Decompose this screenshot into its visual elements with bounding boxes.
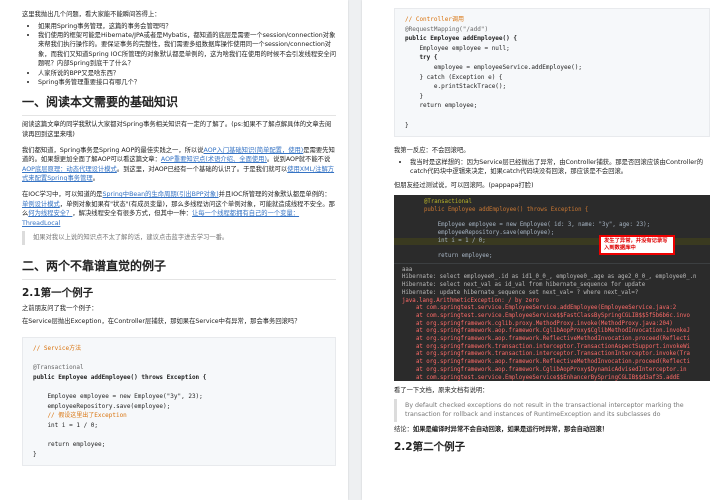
code-line: e.printStackTrace(); [405,83,507,91]
link-aop-basics[interactable]: AOP入门基础知识(简单配置，使用) [204,147,304,154]
code-line: employee = employeeService.addEmployee()… [405,63,583,71]
subsection-heading: 2.1第一个例子 [22,286,94,299]
doc-quote: By default checked exceptions do not res… [394,398,710,422]
console-line: aaa [402,266,413,273]
left-page: 这里我抛出几个问题，看大家能不能瞬间答得上： 如果用Spring事务管理，这篇的… [0,0,348,500]
annotation-note: 发生了异常，并没有记录写入到数据库中 [599,235,675,256]
divider [22,278,336,280]
code-block-controller: // Controller调用 @RequestMapping("/add") pu… [394,8,710,138]
section-heading-1: 一、阅读本文需要的基础知识 [22,95,179,110]
paragraph-5: 在Service层抛出Exception，在Controller层捕获，那如果在… [22,318,301,326]
code-line: employeeRepository.save(employee); [33,402,171,410]
text-span: ，解决线程安全有很多方式，但其中一种： [72,210,193,218]
text-span: 。到这里，对AOP已经有一个基础的认识了。于是我们就可以 [116,165,288,173]
code-block-service: // Service方法 @Transactional public Employ… [22,336,336,467]
console-line: java.lang.ArithmeticException: / by zero [402,297,539,304]
text-span: 。 [92,175,99,183]
code-line: try { [405,54,438,62]
text-span: 我们都知道，Spring事务是Spring AOP的最佳实践之一，所以说 [22,146,204,154]
stacktrace-line[interactable]: at com.springtest.service.EmployeeServic… [394,313,710,321]
ide-console: aaa Hibernate: select employee0_.id as id… [394,262,710,382]
stacktrace-line[interactable]: at org.springframework.aop.framework.Ref… [394,359,710,367]
subsection-heading-2: 2.2第二个例子 [394,441,466,454]
link-aop-knowledge[interactable]: AOP重要知识点(术语介绍、全面使用) [161,156,267,163]
code-line: return employee; [33,440,106,448]
stacktrace-line[interactable]: at org.springframework.aop.framework.Cgl… [394,367,710,375]
section-heading-2: 二、两个不靠谱直觉的例子 [22,258,167,273]
stacktrace-line[interactable]: at com.springtest.service.EmployeeServic… [394,305,710,313]
code-line: public Employee addEmployee() throws Exc… [33,373,207,381]
stacktrace-line[interactable]: at org.springframework.transaction.inter… [394,344,710,352]
editor-line: Employee employee = new Employee( id: 3,… [424,222,650,229]
paragraph-2: 我们都知道，Spring事务是Spring AOP的最佳实践之一，所以说AOP入… [22,146,336,184]
right-page: // Controller调用 @RequestMapping("/add") pu… [362,0,720,500]
test-text: 但朋友经过测试说，可以回滚阿。(pappapa打脸) [394,181,534,189]
conclusion: 结论：如果是编译时异常不会自动回滚，如果是运行时异常，那会自动回滚！ [394,425,710,435]
question-item: Spring事务管理重要接口有哪几个？ [38,78,336,87]
text-span: 。说到AOP就不能不说 [266,156,331,164]
code-line: Employee employee = null; [405,44,510,52]
paragraph-3: 在IOC学习中，可以知道的是Spring中Bean的生命周期(引出BPP对象)并… [22,190,336,228]
console-line: Hibernate: select employee0_.id as id1_0… [402,274,697,281]
link-singleton[interactable]: 单例设计模式 [22,201,60,208]
question-item: 人家所说的BPP又是啥东西？ [38,69,336,78]
code-line: // 假设这里出了Exception [33,412,127,420]
code-line: Employee employee = new Employee("3y", 2… [33,392,203,400]
question-list: 如果用Spring事务管理，这篇的事务会管理吗？ 我们使用的框架可能是Hiber… [22,22,336,88]
stacktrace-line[interactable]: at org.springframework.cglib.proxy.Metho… [394,321,710,329]
console-line: Hibernate: select next_val as id_val fro… [402,282,646,289]
stacktrace-line[interactable]: at org.springframework.transaction.inter… [394,351,710,359]
conclusion-label: 结论： [394,425,413,433]
list-item: 我当时是这样想的：因为Service层已经抛出了异常，由Controller捕获… [410,158,710,177]
question-item: 如果用Spring事务管理，这篇的事务会管理吗？ [38,22,336,31]
code-line: int i = 1 / 0; [33,421,99,429]
code-line: @Transactional [33,364,84,372]
code-line: // Service方法 [33,344,82,352]
editor-line: @Transactional [424,199,472,206]
conclusion-text: 如果是编译时异常不会自动回滚，如果是运行时异常，那会自动回滚！ [412,425,609,433]
text-span: 在IOC学习中，可以知道的是 [22,191,103,198]
link-aop-proxy[interactable]: AOP底层原理：动态代理设计模式 [22,166,117,173]
paragraph-1: 阅读这篇文章的同学我默认大家都对Spring事务相关知识有一定的了解了。(ps:… [22,121,332,139]
text-span: 并且IOC所管理的对象默认都是单例的： [218,191,331,198]
code-line: @RequestMapping("/add") [405,25,489,33]
code-line: } [405,92,424,100]
divider [22,115,336,117]
stacktrace-line[interactable]: at org.springframework.aop.framework.Cgl… [394,328,710,336]
stacktrace-line[interactable]: at org.springframework.aop.framework.Ref… [394,336,710,344]
code-line: // Controller调用 [405,16,464,23]
blockquote: 如果对我以上说的知识点不太了解的话，建议点击蓝字进去学习一番。 [22,231,336,245]
link-bean-lifecycle[interactable]: Spring中Bean的生命周期(引出BPP对象) [102,191,218,198]
doc-text: 看了一下文档，原来文档有说明： [394,387,489,395]
paragraph-4: 之前朋友问了我一个例子： [22,304,98,312]
console-line: Hibernate: update hibernate_sequence set… [402,289,639,296]
intro-text: 这里我抛出几个问题，看大家能不能瞬间答得上： [22,11,161,18]
code-line: return employee; [405,102,478,110]
ide-screenshot: @Transactional public Employee addEmploye… [394,195,710,382]
question-item: 我们使用的框架可能是Hibernate/JPA或者是Mybatis，都知道的底层… [38,31,336,69]
reaction-list: 我当时是这样想的：因为Service层已经抛出了异常，由Controller捕获… [394,158,710,177]
code-line: public Employee addEmployee() { [405,35,517,43]
code-line: } [33,450,37,458]
editor-line: public Employee addEmployee() throws Exc… [424,206,589,213]
code-line: } [405,121,409,129]
reaction-text: 我第一反应：不会回滚吧。 [394,147,470,155]
stacktrace-line[interactable]: at com.springtest.service.EmployeeServic… [394,375,710,382]
code-line: } catch (Exception e) { [405,73,503,81]
link-thread-safety[interactable]: 何为线程安全？ [28,210,72,217]
